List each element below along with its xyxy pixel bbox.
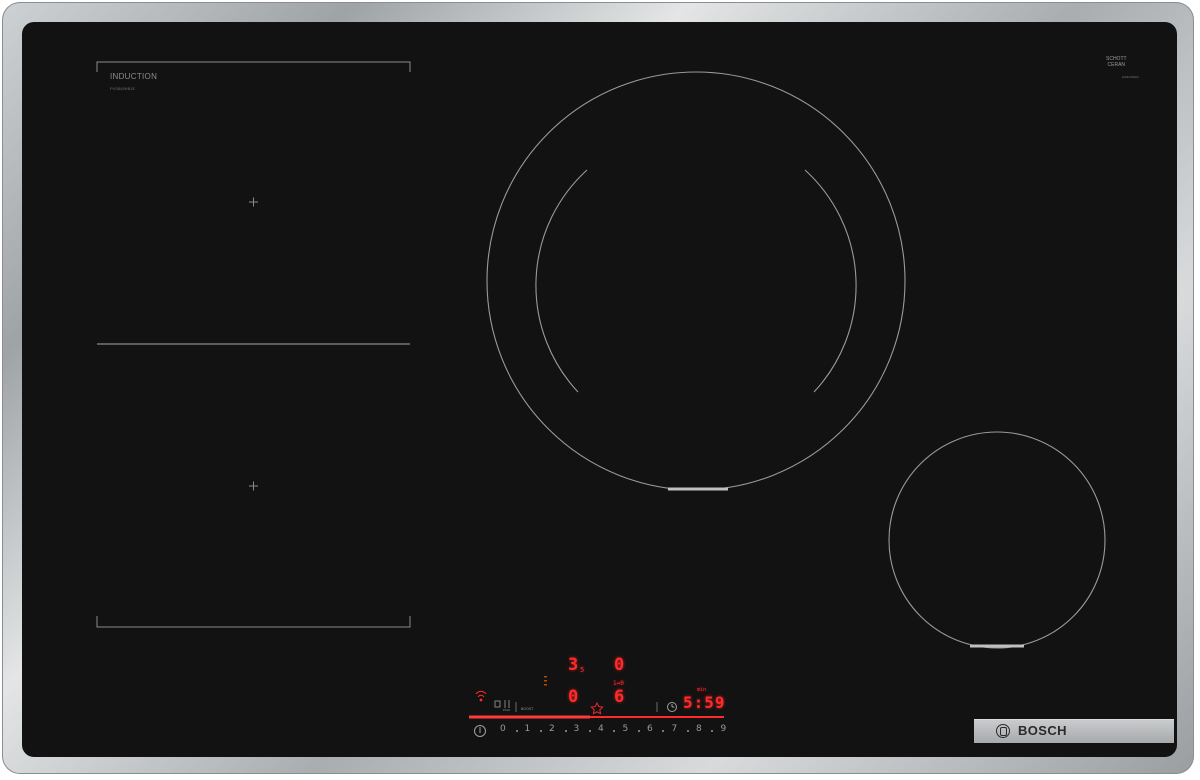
scale-1[interactable]: 1 (525, 724, 550, 734)
zone-right-indicator: 1↛0 (613, 680, 624, 687)
scale-9[interactable]: 9 (721, 724, 746, 734)
brand-plate: BOSCH (974, 719, 1174, 743)
scale-5[interactable]: 5 (623, 724, 648, 734)
zone-marker-dots (544, 676, 547, 686)
scale-7[interactable]: 7 (672, 724, 697, 734)
brand-name: BOSCH (1018, 723, 1067, 738)
timer-left-subscript: 5 (580, 666, 585, 674)
scale-6[interactable]: 6 (647, 724, 672, 734)
bosch-logo-icon (996, 724, 1010, 738)
model-code: PVS845HB1E (110, 86, 136, 91)
scale-0[interactable]: 0 (500, 724, 525, 734)
glass-brand: SCHOTT CERAN (1106, 56, 1127, 68)
flex-zone-front-plus (249, 197, 258, 207)
timer-left-display: 3 (568, 655, 579, 675)
glass-brand-line-2: CERAN (1107, 62, 1126, 68)
zone-left-level-display[interactable]: 0 (568, 687, 578, 707)
scale-4[interactable]: 4 (598, 724, 623, 734)
large-dual-zone[interactable] (486, 71, 906, 491)
flex-zone[interactable] (96, 61, 411, 628)
small-zone[interactable] (888, 431, 1106, 649)
wifi-icon[interactable] (475, 690, 487, 702)
zone-right-level-display[interactable]: 6 (614, 687, 624, 707)
mode-label: Pirat (503, 708, 510, 712)
glass-brand-sub: EUROKERA (1122, 75, 1139, 79)
power-level-slider[interactable]: 0 1 2 3 4 5 6 7 8 9 (500, 724, 745, 734)
cooking-zone-markings (96, 61, 1106, 737)
scale-2[interactable]: 2 (549, 724, 574, 734)
star-icon[interactable] (590, 701, 604, 715)
clock-display[interactable]: 5:59 (683, 693, 726, 712)
scale-3[interactable]: 3 (574, 724, 599, 734)
flex-zone-rear-plus (249, 481, 258, 491)
timer-right-display: 0 (614, 655, 625, 675)
mode-icon[interactable] (494, 700, 510, 708)
clock-icon[interactable] (667, 702, 677, 712)
scale-8[interactable]: 8 (696, 724, 721, 734)
flex-zone-label: INDUCTION (110, 72, 158, 81)
boost-button[interactable]: BOOST (521, 707, 533, 711)
power-icon[interactable] (474, 725, 486, 737)
